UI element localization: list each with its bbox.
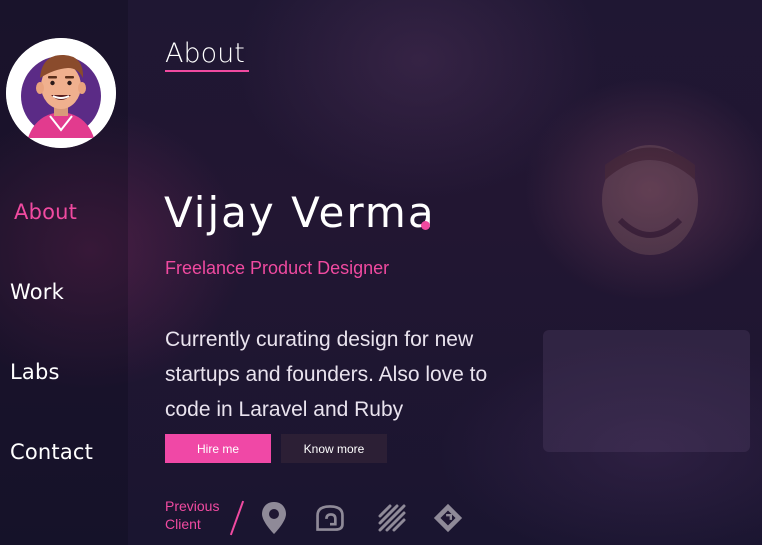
know-more-button[interactable]: Know more [281, 434, 387, 463]
diamond-icon[interactable] [432, 500, 464, 536]
avatar-illustration-icon [6, 38, 116, 148]
nav-item-contact[interactable]: Contact [10, 440, 93, 464]
hero-name: Vijay Verma [164, 188, 436, 237]
sidebar: About Work Labs Contact [0, 0, 128, 545]
hero-subtitle: Freelance Product Designer [165, 258, 390, 278]
background-laptop-ghost [543, 330, 750, 452]
previous-client-label-line2: Client [165, 516, 201, 532]
page-title: About [165, 38, 245, 69]
previous-client-label-line1: Previous [165, 498, 220, 514]
nav-item-work[interactable]: Work [10, 280, 64, 304]
background-avatar-ghost [575, 140, 725, 280]
avatar[interactable] [6, 38, 116, 148]
divider-slash [229, 500, 245, 536]
previous-client-label: Previous Client [165, 497, 219, 533]
nav-item-about[interactable]: About [14, 200, 77, 224]
nav-item-labs[interactable]: Labs [10, 360, 60, 384]
hire-me-button[interactable]: Hire me [165, 434, 271, 463]
hero-name-accent-dot [421, 221, 430, 230]
hero-description: Currently curating design for new startu… [165, 328, 488, 421]
stripes-icon[interactable] [376, 500, 408, 536]
speech-bubble-icon[interactable] [314, 500, 346, 536]
page-title-underline [165, 70, 249, 72]
map-pin-icon[interactable] [258, 500, 290, 536]
